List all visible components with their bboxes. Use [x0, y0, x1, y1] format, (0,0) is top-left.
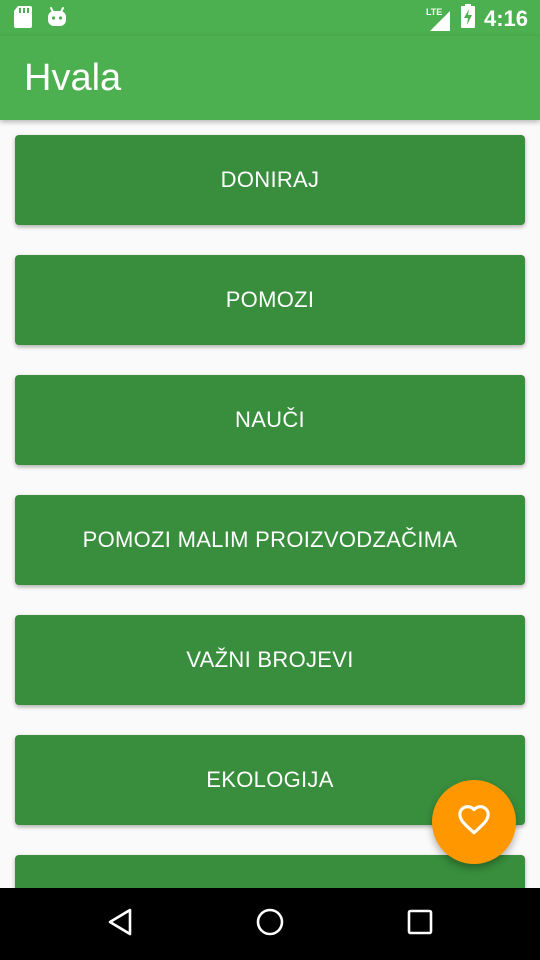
battery-charging-icon: [460, 4, 476, 33]
navigation-bar: [0, 888, 540, 960]
heart-icon: [457, 804, 491, 841]
nauci-button[interactable]: NAUČI: [15, 375, 525, 465]
status-time: 4:16: [483, 5, 528, 31]
doniraj-button[interactable]: DONIRAJ: [15, 135, 525, 225]
home-icon: [255, 907, 285, 942]
home-button[interactable]: [252, 906, 288, 942]
signal-icon: LTE: [424, 7, 452, 31]
app-title: Hvala: [24, 57, 122, 99]
pomozi-button[interactable]: POMOZI: [15, 255, 525, 345]
status-bar: LTE 4:16: [0, 0, 540, 36]
sd-card-icon: [14, 6, 32, 33]
favorite-fab[interactable]: [432, 780, 516, 864]
app-bar: Hvala: [0, 36, 540, 120]
back-button[interactable]: [102, 906, 138, 942]
pomozi-malim-proizvodzacima-button[interactable]: POMOZI MALIM PROIZVODZAČIMA: [15, 495, 525, 585]
android-icon: [46, 6, 68, 33]
partial-button[interactable]: [15, 855, 525, 888]
vazni-brojevi-button[interactable]: VAŽNI BROJEVI: [15, 615, 525, 705]
button-list[interactable]: DONIRAJ POMOZI NAUČI POMOZI MALIM PROIZV…: [0, 120, 540, 888]
recents-button[interactable]: [402, 906, 438, 942]
recents-icon: [406, 908, 434, 941]
back-icon: [106, 907, 134, 942]
